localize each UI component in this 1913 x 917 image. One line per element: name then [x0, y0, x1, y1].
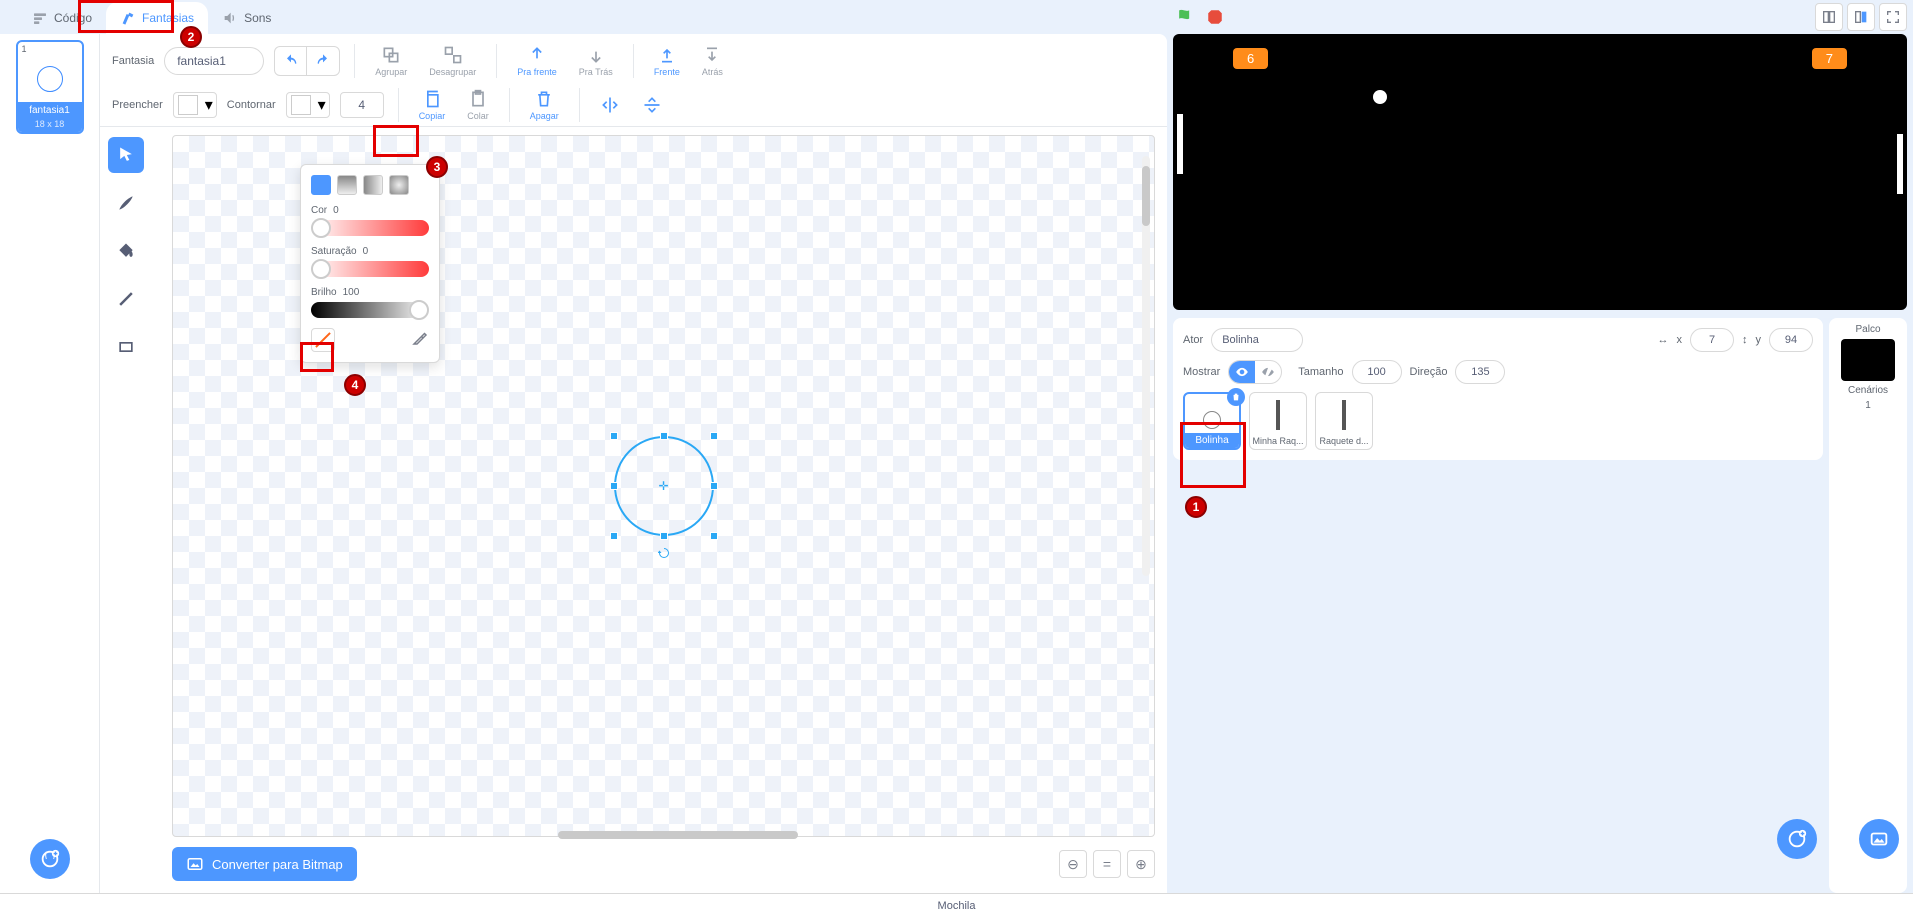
stage-ball [1373, 90, 1387, 104]
hue-slider[interactable] [311, 220, 429, 236]
delete-button[interactable]: Apagar [524, 89, 565, 121]
paste-button[interactable]: Colar [461, 89, 495, 121]
green-flag-button[interactable] [1173, 5, 1197, 29]
fill-label: Preencher [112, 99, 163, 111]
fullscreen-button[interactable] [1879, 3, 1907, 31]
backward-button[interactable]: Atrás [696, 45, 729, 77]
stage-small-button[interactable] [1815, 3, 1843, 31]
backpack-bar[interactable]: Mochila [0, 893, 1913, 917]
stage-score-left: 6 [1233, 48, 1268, 69]
sprite-direction-input[interactable] [1455, 360, 1505, 384]
fill-mode-radial-gradient[interactable] [389, 175, 409, 195]
undo-button[interactable] [275, 47, 307, 75]
brightness-slider[interactable] [311, 302, 429, 318]
color-picker-popover: Cor0 Saturação0 Brilho100 [300, 164, 440, 363]
no-color-button[interactable] [311, 328, 335, 352]
tool-fill[interactable] [108, 233, 144, 269]
tab-sounds-label: Sons [244, 11, 271, 25]
add-sprite-button[interactable] [1777, 819, 1817, 859]
stage-thumbnail[interactable] [1841, 339, 1895, 381]
convert-bitmap-button[interactable]: Converter para Bitmap [172, 847, 357, 881]
sprite-x-input[interactable] [1690, 328, 1734, 352]
tab-sounds[interactable]: Sons [208, 2, 285, 34]
stage-preview[interactable]: 6 7 [1173, 34, 1907, 310]
group-button[interactable]: Agrupar [369, 45, 413, 77]
stage-score-right: 7 [1812, 48, 1847, 69]
backdrops-label: Cenários [1848, 385, 1888, 396]
stage-large-button[interactable] [1847, 3, 1875, 31]
flip-h-button[interactable] [594, 95, 626, 115]
add-costume-button[interactable] [30, 839, 70, 879]
zoom-in-button[interactable]: ⊕ [1127, 850, 1155, 878]
saturation-slider[interactable] [311, 261, 429, 277]
delete-sprite-button[interactable] [1227, 388, 1245, 406]
tab-costumes-label: Fantasias [142, 11, 194, 25]
costume-index: 1 [18, 42, 82, 56]
back-button[interactable]: Pra Trás [573, 45, 619, 77]
zoom-out-button[interactable]: ⊖ [1059, 850, 1087, 878]
tool-line[interactable] [108, 281, 144, 317]
eyedropper-button[interactable] [411, 329, 429, 352]
tool-select[interactable] [108, 137, 144, 173]
outline-label: Contornar [227, 99, 276, 111]
sprite-y-input[interactable] [1769, 328, 1813, 352]
stage-title: Palco [1855, 324, 1880, 335]
sprite-tile-raquete-direita[interactable]: Raquete d... [1315, 392, 1373, 450]
costume-name-input[interactable] [164, 47, 264, 75]
sprite-size-input[interactable] [1352, 360, 1402, 384]
costume-thumb-1[interactable]: 1 fantasia1 18 x 18 [16, 40, 84, 134]
sprite-name-input[interactable] [1211, 328, 1303, 352]
tool-rect[interactable] [108, 329, 144, 365]
costume-size: 18 x 18 [18, 119, 82, 132]
fill-mode-vertical-gradient[interactable] [337, 175, 357, 195]
copy-button[interactable]: Copiar [413, 89, 452, 121]
fill-mode-solid[interactable] [311, 175, 331, 195]
stage-left-paddle [1177, 114, 1183, 174]
costume-field-label: Fantasia [112, 55, 154, 67]
outline-color-button[interactable]: ▾ [286, 92, 330, 118]
fill-color-button[interactable]: ▾ [173, 92, 217, 118]
fill-mode-horizontal-gradient[interactable] [363, 175, 383, 195]
flip-v-button[interactable] [636, 95, 668, 115]
tool-brush[interactable] [108, 185, 144, 221]
hide-sprite-button[interactable] [1255, 361, 1281, 383]
canvas-hscroll[interactable] [558, 831, 798, 839]
sprite-tile-minha-raquete[interactable]: Minha Raq... [1249, 392, 1307, 450]
backdrops-count: 1 [1865, 400, 1871, 411]
stage-panel[interactable]: Palco Cenários 1 [1829, 318, 1907, 893]
stage-right-paddle [1897, 134, 1903, 194]
sprite-tile-bolinha[interactable]: Bolinha [1183, 392, 1241, 450]
show-sprite-button[interactable] [1229, 361, 1255, 383]
stroke-width-input[interactable] [340, 92, 384, 118]
tab-code-label: Código [54, 11, 92, 25]
zoom-reset-button[interactable]: = [1093, 850, 1121, 878]
costume-name: fantasia1 [18, 102, 82, 119]
ungroup-button[interactable]: Desagrupar [423, 45, 482, 77]
canvas-vscroll[interactable] [1142, 156, 1150, 576]
tab-costumes[interactable]: Fantasias [106, 2, 208, 34]
add-backdrop-button[interactable] [1859, 819, 1899, 859]
redo-button[interactable] [307, 47, 339, 75]
front-button[interactable]: Pra frente [511, 45, 563, 77]
tab-code[interactable]: Código [18, 2, 106, 34]
sprite-info-panel: Ator ↔ x ↕ y Mostrar [1173, 318, 1823, 460]
selected-shape[interactable]: ✛ [614, 436, 714, 536]
stop-button[interactable] [1203, 5, 1227, 29]
forward-button[interactable]: Frente [648, 45, 686, 77]
